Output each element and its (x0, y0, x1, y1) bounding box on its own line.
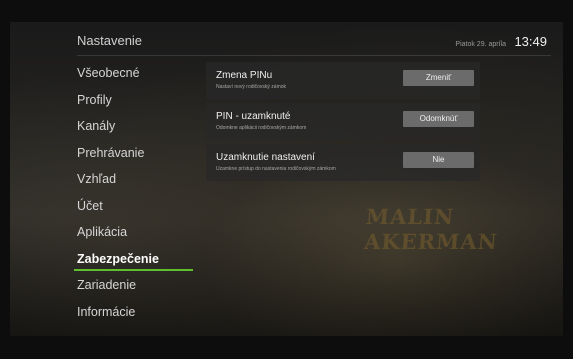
active-indicator (74, 269, 193, 271)
clock: 13:49 (514, 34, 547, 49)
menu-item-zariadenie[interactable]: Zariadenie (77, 272, 187, 299)
background-caption: MALIN AKERMAN (363, 204, 499, 254)
lock-settings-toggle[interactable]: Nie (403, 152, 474, 168)
menu-item-label: Vzhľad (77, 172, 117, 186)
menu-item-vzhlad[interactable]: Vzhľad (77, 166, 187, 193)
unlock-button[interactable]: Odomknúť (403, 111, 474, 127)
menu-item-label: Aplikácia (77, 225, 128, 239)
menu-item-label: Zariadenie (77, 278, 137, 292)
menu-item-vseobecne[interactable]: Všeobecné (77, 60, 187, 87)
setting-subtitle: Odomkne aplikácii rodičovským zámkom (216, 125, 307, 131)
setting-subtitle: Nastaví nový rodičovský zámok (216, 84, 287, 90)
setting-subtitle: Uzamkne prístup do nastavenia rodičovský… (216, 166, 336, 172)
menu-item-label: Účet (77, 198, 103, 213)
setting-title: Uzamknutie nastavení (216, 152, 315, 163)
menu-item-informacie[interactable]: Informácie (77, 299, 187, 326)
menu-item-label: Všeobecné (77, 66, 140, 80)
page-title: Nastavenie (77, 33, 143, 48)
settings-menu: Všeobecné Profily Kanály Prehrávanie Vzh… (74, 60, 193, 326)
menu-item-label: Zabezpečenie (77, 251, 159, 266)
date-label: Piatok 29. apríla (455, 41, 506, 48)
screen: MALIN AKERMAN Nastavenie Piatok 29. aprí… (10, 22, 563, 336)
setting-row-change-pin: Zmena PINu Nastaví nový rodičovský zámok… (206, 62, 480, 99)
change-pin-button[interactable]: Zmeniť (403, 70, 474, 86)
menu-item-kanaly[interactable]: Kanály (77, 113, 187, 140)
menu-item-zabezpecenie[interactable]: Zabezpečenie (74, 246, 193, 273)
header-divider (77, 55, 551, 56)
menu-item-profily[interactable]: Profily (77, 87, 187, 114)
top-bar: Nastavenie Piatok 29. apríla 13:49 (10, 22, 563, 56)
setting-row-pin-locked: PIN - uzamknuté Odomkne aplikácii rodičo… (206, 103, 480, 140)
menu-item-label: Informácie (77, 304, 136, 319)
menu-item-ucet[interactable]: Účet (77, 193, 187, 220)
menu-item-prehravanie[interactable]: Prehrávanie (77, 140, 187, 167)
setting-row-lock-settings: Uzamknutie nastavení Uzamkne prístup do … (206, 144, 480, 181)
menu-item-label: Prehrávanie (77, 145, 145, 160)
setting-title: Zmena PINu (216, 70, 273, 81)
menu-item-label: Profily (77, 92, 112, 107)
security-settings: Zmena PINu Nastaví nový rodičovský zámok… (206, 62, 480, 185)
menu-item-aplikacia[interactable]: Aplikácia (77, 219, 187, 246)
setting-title: PIN - uzamknuté (216, 111, 291, 122)
menu-item-label: Kanály (77, 119, 116, 133)
